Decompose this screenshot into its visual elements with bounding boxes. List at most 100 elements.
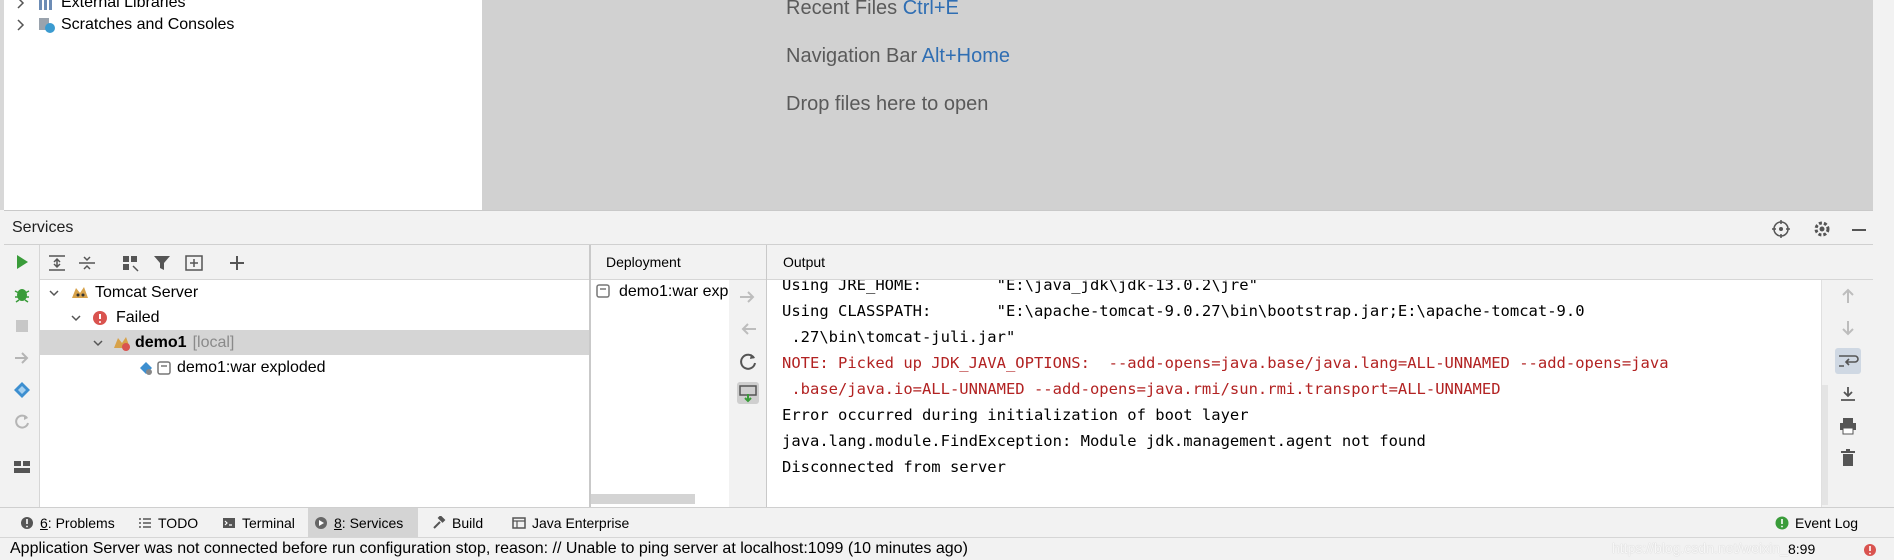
tab-label: Build [452,515,484,531]
scratches-icon [39,18,55,33]
terminal-tab[interactable]: Terminal [216,508,301,538]
node-label: demo1 [135,333,187,351]
tab-label: : Problems [47,515,115,531]
deployment-list: demo1:war exp [591,280,729,507]
tree-node-demo1[interactable]: demo1 [local] [40,330,590,355]
tab-label: Terminal [242,515,295,531]
tree-node-artifact[interactable]: demo1:war exploded [40,355,590,380]
deployment-item[interactable]: demo1:war exp [595,283,728,301]
tree-node-tomcat-server[interactable]: Tomcat Server [40,280,590,305]
undeploy-arrow-icon[interactable] [737,318,759,340]
console-line: Using JRE_HOME: "E:\java_jdk\jdk-13.0.2\… [782,280,1258,294]
layout-icon[interactable] [12,457,32,477]
chevron-right-icon[interactable] [14,18,28,32]
deploy-icon[interactable] [12,348,32,368]
chevron-down-icon[interactable] [70,312,82,324]
problems-icon [21,517,33,529]
tab-label: : Services [341,515,404,531]
caret-position[interactable]: 8:99 [1788,541,1815,557]
tree-item-label: External Libraries [61,0,186,11]
chevron-right-icon[interactable] [14,0,28,10]
hint-text: Navigation Bar [786,45,922,67]
vertical-scrollbar[interactable] [1822,385,1828,505]
console-line-error: NOTE: Picked up JDK_JAVA_OPTIONS: --add-… [782,354,1669,372]
library-icon [39,0,52,10]
console-line: Using CLASSPATH: "E:\apache-tomcat-9.0.2… [782,302,1585,320]
soft-wrap-icon[interactable] [1835,348,1861,374]
tree-node-failed[interactable]: Failed [40,305,590,330]
minimize-icon[interactable] [1849,219,1869,239]
hint-drop-files: Drop files here to open [786,93,988,116]
problems-tab[interactable]: 6: Problems [14,508,121,538]
gear-icon[interactable] [1812,219,1832,239]
console-actions [1821,280,1873,507]
debug-icon[interactable] [12,284,32,304]
tomcat-icon [114,336,130,351]
tool-window-bar: 6: Problems TODO Terminal 8: Services Bu… [0,507,1894,538]
scroll-to-end-icon[interactable] [1838,384,1858,404]
console-line: .27\bin\tomcat-juli.jar" [782,328,1016,346]
chevron-down-icon[interactable] [48,287,60,299]
services-icon [315,517,327,529]
hint-shortcut: Ctrl+E [902,0,959,19]
redeploy-icon[interactable] [737,350,759,372]
todo-tab[interactable]: TODO [132,508,204,538]
hammer-icon [433,516,446,529]
arrow-up-icon[interactable] [1838,286,1858,306]
deployment-title: Deployment [606,254,681,270]
stop-icon[interactable] [12,316,32,336]
output-header: Output [767,245,1873,280]
deployment-item-label: demo1:war exp [619,283,729,300]
hint-text: Recent Files [786,0,903,19]
build-tab[interactable]: Build [426,508,489,538]
tab-mnemonic: 8 [334,515,342,531]
add-icon[interactable] [226,253,248,273]
console-line: java.lang.module.FindException: Module j… [782,432,1426,450]
tab-mnemonic: 6 [40,515,48,531]
tree-item-external-libraries[interactable]: External Libraries [14,0,186,14]
terminal-icon [223,518,235,528]
diamond-icon[interactable] [12,380,32,400]
hint-navigation-bar: Navigation Bar Alt+Home [786,45,1010,68]
error-icon [93,310,107,325]
tree-item-scratches[interactable]: Scratches and Consoles [14,14,234,36]
tab-label: Java Enterprise [532,515,630,531]
status-message[interactable]: Application Server was not connected bef… [10,540,968,558]
services-tab[interactable]: 8: Services [308,508,418,538]
java-enterprise-tab[interactable]: Java Enterprise [506,508,635,538]
group-icon[interactable] [120,253,142,273]
filter-icon[interactable] [152,253,174,273]
collapse-all-icon[interactable] [76,253,98,273]
output-console[interactable]: Using JRE_HOME: "E:\java_jdk\jdk-13.0.2\… [767,280,1821,507]
print-icon[interactable] [1838,416,1858,436]
target-icon[interactable] [1771,219,1791,239]
services-tree: Tomcat Server Failed demo1 [local] demo1… [40,280,590,507]
notification-icon[interactable] [1862,542,1878,558]
deploy-arrow-icon[interactable] [737,286,759,308]
deployment-actions [729,280,766,507]
run-icon[interactable] [12,252,32,272]
output-title: Output [783,254,826,270]
node-suffix: [local] [192,333,235,351]
hint-recent-files: Recent Files Ctrl+E [786,0,959,20]
hint-text: Drop files here to open [786,93,989,115]
java-enterprise-icon [512,517,526,529]
tab-label: TODO [158,515,199,531]
artifact-icon [140,360,171,375]
editor-empty-area[interactable]: Recent Files Ctrl+E Navigation Bar Alt+H… [482,0,1873,210]
event-log-tab[interactable]: Event Log [1769,508,1864,538]
tree-item-label: Scratches and Consoles [61,16,235,33]
tomcat-icon [72,286,88,298]
services-title: Services [12,219,74,236]
deploy-all-icon[interactable] [737,382,759,404]
refresh-icon[interactable] [12,412,32,432]
console-line: Error occurred during initialization of … [782,406,1249,424]
chevron-down-icon[interactable] [92,337,104,349]
list-icon [139,518,151,528]
expand-all-icon[interactable] [46,253,68,273]
horizontal-scrollbar[interactable] [591,494,695,504]
trash-icon[interactable] [1838,448,1858,468]
new-service-icon[interactable] [184,253,206,273]
arrow-down-icon[interactable] [1838,318,1858,338]
event-log-icon [1775,516,1789,530]
